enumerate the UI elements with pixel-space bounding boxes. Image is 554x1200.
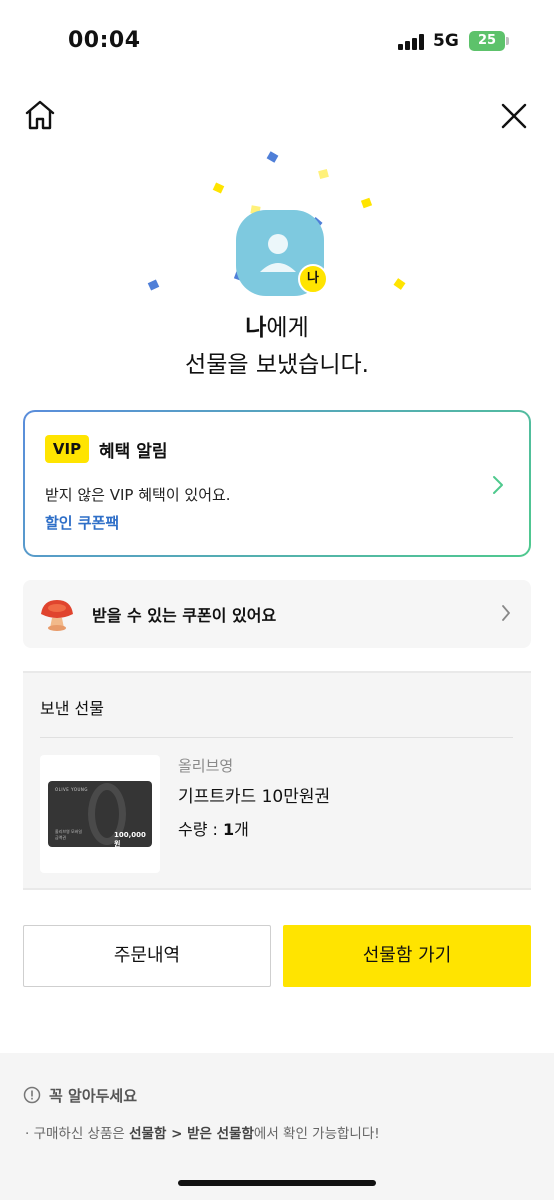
close-icon — [501, 103, 527, 129]
sent-gift-section: 보낸 선물 OLIVE YOUNG 올리브영 모바일 금액권 100,000원 … — [23, 671, 531, 890]
gift-card-caption: 올리브영 모바일 금액권 — [55, 829, 83, 840]
network-label: 5G — [433, 31, 459, 51]
notice-text: · 구매하신 상품은 선물함 > 받은 선물함에서 확인 가능합니다! — [25, 1122, 380, 1142]
confetti-decoration — [147, 279, 160, 291]
coupon-text: 받을 수 있는 쿠폰이 있어요 — [92, 606, 277, 625]
info-icon — [23, 1086, 41, 1104]
gift-card-image: OLIVE YOUNG 올리브영 모바일 금액권 100,000원 — [48, 781, 152, 847]
avatar: 나 — [236, 210, 328, 296]
vip-title: 혜택 알림 — [99, 442, 168, 462]
order-history-button[interactable]: 주문내역 — [23, 925, 271, 987]
quantity-unit: 개 — [234, 820, 249, 839]
vip-benefit-card[interactable]: VIP 혜택 알림 받지 않은 VIP 혜택이 있어요. 할인 쿠폰팩 — [23, 410, 531, 557]
chevron-right-icon — [493, 476, 503, 494]
notice-part2: 에서 확인 가능합니다! — [253, 1126, 380, 1142]
confetti-decoration — [360, 197, 373, 209]
battery-icon: 25 — [469, 31, 505, 51]
quantity-value: 1 — [223, 820, 235, 839]
confetti-decoration — [393, 278, 406, 290]
home-icon — [25, 100, 55, 130]
sent-gift-title: 보낸 선물 — [40, 699, 104, 718]
gift-thumbnail: OLIVE YOUNG 올리브영 모바일 금액권 100,000원 — [40, 755, 160, 873]
notice-section: 꼭 알아두세요 · 구매하신 상품은 선물함 > 받은 선물함에서 확인 가능합… — [0, 1053, 554, 1200]
chevron-right-icon — [502, 605, 510, 621]
home-button[interactable] — [22, 98, 58, 132]
discount-coupon-link[interactable]: 할인 쿠폰팩 — [45, 512, 119, 533]
confetti-decoration — [318, 168, 329, 180]
vip-badge: VIP — [45, 435, 89, 463]
gift-card-amount: 100,000원 — [114, 831, 146, 847]
home-indicator — [178, 1180, 376, 1186]
gift-brand: 올리브영 — [178, 757, 234, 775]
notice-path: 선물함 > 받은 선물함 — [129, 1126, 254, 1142]
coupon-banner[interactable]: 받을 수 있는 쿠폰이 있어요 — [23, 580, 531, 648]
notice-part1: 구매하신 상품은 — [29, 1126, 130, 1142]
go-to-giftbox-button[interactable]: 선물함 가기 — [283, 925, 531, 987]
mushroom-icon — [41, 600, 73, 631]
hero-title: 나에게 — [0, 308, 554, 342]
hero-subtitle: 선물을 보냈습니다. — [185, 352, 369, 378]
divider — [40, 737, 513, 738]
battery-tip — [506, 37, 509, 45]
hero-suffix: 에게 — [266, 315, 309, 341]
gift-product-name: 기프트카드 10만원권 — [178, 787, 331, 807]
confetti-decoration — [212, 182, 225, 194]
vip-description: 받지 않은 VIP 혜택이 있어요. — [45, 486, 231, 504]
status-time: 00:04 — [68, 28, 141, 53]
confetti-decoration — [266, 151, 279, 163]
recipient-name: 나 — [245, 315, 267, 341]
status-bar: 00:04 5G 25 — [0, 0, 554, 84]
quantity-label: 수량 : — [178, 820, 224, 839]
gift-quantity: 수량 : 1개 — [178, 816, 249, 840]
avatar-badge: 나 — [298, 264, 328, 294]
gift-card-brand: OLIVE YOUNG — [55, 787, 88, 792]
signal-icon — [398, 34, 426, 50]
notice-title: 꼭 알아두세요 — [49, 1087, 138, 1105]
close-button[interactable] — [498, 100, 530, 132]
